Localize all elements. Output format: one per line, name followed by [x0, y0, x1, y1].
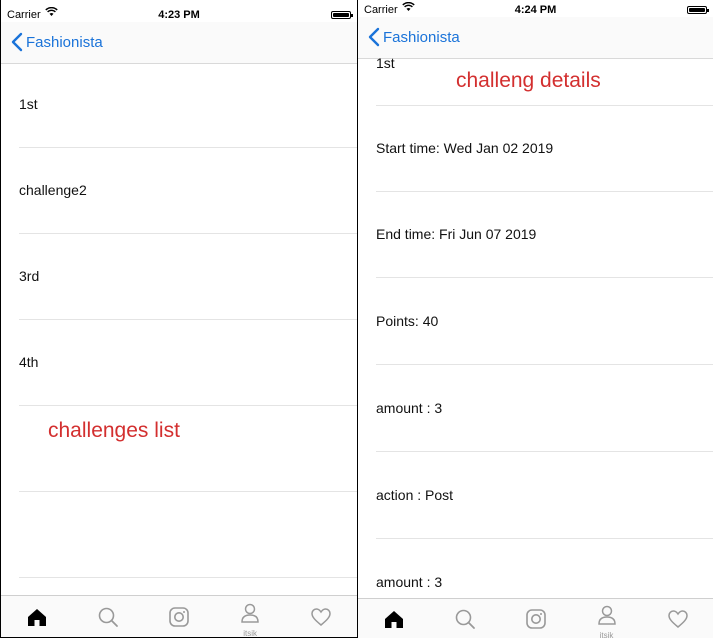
chevron-left-icon	[11, 32, 23, 52]
search-icon	[455, 609, 475, 629]
tab-instagram[interactable]	[516, 601, 556, 637]
instagram-icon	[525, 609, 546, 629]
tab-profile[interactable]: itsik	[587, 601, 627, 638]
tab-bar: itsik	[358, 598, 713, 638]
detail-row: action : Post	[376, 452, 713, 539]
tab-profile-label: itsik	[599, 631, 614, 638]
list-item[interactable]: 4th	[19, 319, 357, 406]
search-icon	[98, 607, 118, 627]
battery-icon	[687, 6, 709, 14]
back-button[interactable]: Fashionista	[11, 32, 103, 52]
instagram-icon	[169, 607, 189, 627]
challenge-details-list: 1st Start time: Wed Jan 02 2019 End time…	[358, 55, 713, 598]
list-item-label: 4th	[19, 354, 39, 370]
detail-value: End time: Fri Jun 07 2019	[376, 226, 537, 242]
battery-icon	[331, 11, 353, 19]
empty-row	[19, 491, 357, 578]
tab-instagram[interactable]	[159, 599, 199, 635]
tab-home[interactable]	[374, 601, 414, 637]
detail-row: Points: 40	[376, 278, 713, 365]
annotation-label: challenges list	[48, 419, 180, 442]
list-item-label: 3rd	[19, 268, 40, 284]
heart-icon	[311, 608, 332, 626]
profile-icon	[597, 605, 616, 625]
tab-bar: itsik	[1, 595, 357, 638]
detail-value: action : Post	[376, 487, 454, 503]
detail-value: Points: 40	[376, 313, 439, 329]
annotation-label: challeng details	[456, 69, 601, 92]
clock: 4:24 PM	[514, 4, 557, 16]
detail-value: 1st	[376, 55, 395, 71]
navigation-bar: Fashionista	[1, 22, 357, 64]
clock: 4:23 PM	[158, 9, 200, 21]
list-item[interactable]: challenge2	[19, 147, 357, 234]
challenge-details-screen: Carrier 4:24 PM Fashionista 1st Start ti…	[358, 0, 713, 638]
challenges-list: 1st challenge2 3rd 4th	[1, 61, 357, 595]
home-icon	[384, 611, 403, 628]
detail-value: amount : 3	[376, 400, 443, 416]
home-icon	[27, 609, 46, 626]
detail-value: amount : 3	[376, 574, 443, 590]
tab-favorites[interactable]	[658, 601, 698, 637]
challenges-list-screen: Carrier 4:23 PM Fashionista 1st challeng…	[0, 0, 358, 638]
list-item-label: challenge2	[19, 182, 87, 198]
tab-profile-label: itsik	[243, 629, 258, 638]
tab-profile[interactable]: itsik	[230, 599, 270, 638]
list-item[interactable]: 1st	[19, 61, 357, 148]
detail-value: Start time: Wed Jan 02 2019	[376, 140, 554, 156]
back-button-label: Fashionista	[26, 33, 103, 51]
tab-home[interactable]	[17, 599, 57, 635]
list-item-label: 1st	[19, 96, 38, 112]
detail-row: End time: Fri Jun 07 2019	[376, 191, 713, 278]
tab-favorites[interactable]	[301, 599, 341, 635]
detail-row: amount : 3	[376, 365, 713, 452]
heart-icon	[667, 610, 688, 628]
list-item[interactable]: 3rd	[19, 233, 357, 320]
profile-icon	[241, 603, 259, 623]
tab-search[interactable]	[445, 601, 485, 637]
tab-search[interactable]	[88, 599, 128, 635]
detail-row: Start time: Wed Jan 02 2019	[376, 105, 713, 192]
